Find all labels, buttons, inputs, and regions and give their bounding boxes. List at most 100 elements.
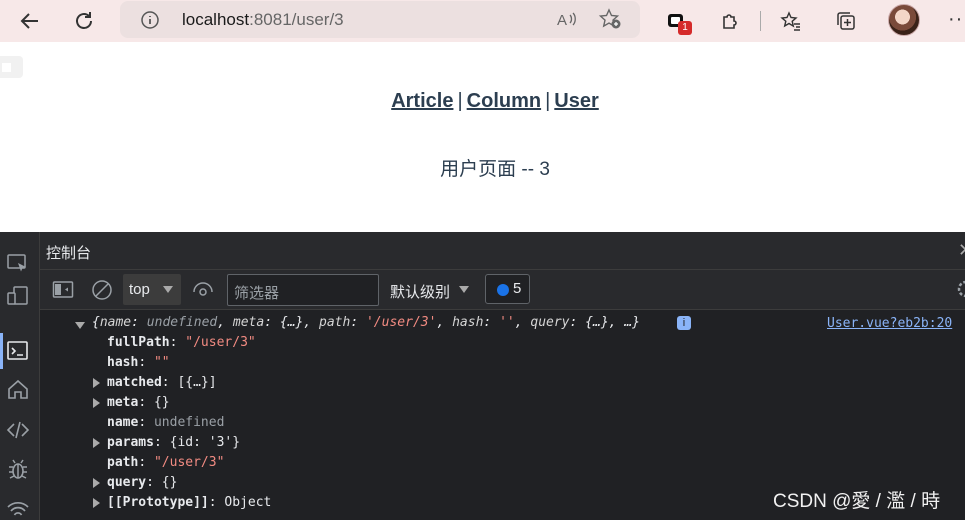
info-icon[interactable]: i	[677, 316, 691, 330]
property-key: [[Prototype]]	[107, 495, 209, 510]
property-key: meta	[107, 395, 139, 410]
sources-icon[interactable]	[6, 418, 30, 442]
property-key: fullPath	[107, 335, 170, 350]
devtools-panel: 控制台 ✕ top 筛选器 默认级别 5 {name: undefined, m…	[0, 232, 965, 520]
property-key: params	[107, 435, 154, 450]
summary-value: ''	[499, 315, 515, 330]
summary-value: undefined	[146, 315, 218, 330]
toolbar-divider	[760, 11, 761, 31]
clear-console-icon[interactable]	[91, 279, 113, 306]
source-link[interactable]: User.vue?eb2b:20	[827, 316, 952, 331]
page-content: Article | Column | User 用户页面 -- 3	[0, 42, 965, 232]
active-tab-indicator	[0, 333, 3, 369]
log-object-summary[interactable]: {name: undefined, meta: {…}, path: '/use…	[92, 313, 640, 333]
property-row: name: undefined	[107, 415, 225, 430]
svg-text:A: A	[557, 12, 567, 29]
devtools-header: 控制台 ✕	[40, 232, 965, 270]
inspect-icon[interactable]	[6, 252, 30, 276]
summary-key: hash	[452, 315, 484, 330]
close-icon[interactable]: ✕	[958, 240, 965, 261]
router-nav: Article | Column | User	[0, 90, 965, 113]
extension-badge: 1	[678, 21, 692, 35]
vue-devtools-toggle[interactable]	[0, 56, 23, 78]
property-value: ""	[153, 355, 170, 370]
more-menu-icon[interactable]: ··	[948, 8, 963, 31]
property-row[interactable]: [[Prototype]]: Object	[107, 493, 271, 513]
property-row[interactable]: matched: [{…}]	[107, 373, 217, 393]
property-key: hash	[107, 355, 139, 370]
property-value: "/user/3"	[153, 455, 225, 470]
context-value: top	[129, 281, 150, 298]
property-value: [{…}]	[177, 375, 217, 390]
devtools-sidebar	[0, 232, 40, 520]
property-row[interactable]: meta: {}	[107, 393, 170, 413]
sidebar-toggle-icon[interactable]	[52, 279, 74, 306]
expand-triangle-icon[interactable]	[93, 438, 100, 448]
console-icon[interactable]	[6, 339, 30, 363]
home-icon[interactable]	[6, 378, 30, 402]
add-favorite-icon[interactable]	[598, 7, 622, 36]
property-row: path: "/user/3"	[107, 455, 225, 470]
nav-separator: |	[457, 90, 463, 112]
bug-icon[interactable]	[6, 458, 30, 482]
expand-triangle-icon[interactable]	[93, 478, 100, 488]
expand-triangle-icon[interactable]	[93, 398, 100, 408]
collapse-triangle-icon[interactable]	[75, 322, 85, 329]
property-key: path	[107, 455, 139, 470]
expand-triangle-icon[interactable]	[93, 498, 100, 508]
live-expression-eye-icon[interactable]	[192, 279, 214, 306]
summary-key: meta	[232, 315, 265, 330]
page-title: 用户页面 -- 3	[440, 159, 550, 180]
log-level-select[interactable]: 默认级别	[390, 281, 450, 302]
property-value: {id: '3'}	[169, 435, 241, 450]
property-row: hash: ""	[107, 355, 170, 370]
nav-separator: |	[545, 90, 551, 112]
summary-value: '/user/3'	[365, 315, 437, 330]
property-row: fullPath: "/user/3"	[107, 335, 256, 350]
extensions-puzzle-icon[interactable]	[714, 5, 746, 37]
url-text[interactable]: localhost:8081/user/3	[182, 10, 344, 30]
device-toolbar-icon[interactable]	[6, 284, 30, 308]
filter-input[interactable]: 筛选器	[227, 274, 379, 306]
address-bar[interactable]: localhost:8081/user/3 A	[120, 1, 640, 38]
console-tab-label[interactable]: 控制台	[46, 242, 91, 263]
context-select[interactable]: top	[123, 274, 181, 305]
profile-avatar[interactable]	[888, 4, 920, 36]
issues-icon	[497, 284, 509, 296]
collections-icon[interactable]	[830, 5, 862, 37]
chevron-down-icon	[459, 286, 469, 293]
brace: {	[92, 315, 100, 330]
back-icon[interactable]	[14, 5, 46, 37]
chevron-down-icon	[163, 286, 173, 293]
summary-key: query	[530, 315, 570, 330]
site-info-icon[interactable]	[140, 10, 160, 35]
refresh-icon[interactable]	[68, 5, 100, 37]
nav-link-user[interactable]: User	[554, 90, 598, 112]
issues-count: 5	[513, 280, 522, 297]
read-aloud-icon[interactable]: A	[556, 8, 578, 35]
property-value: {}	[161, 475, 178, 490]
property-row[interactable]: params: {id: '3'}	[107, 433, 240, 453]
expand-triangle-icon[interactable]	[93, 378, 100, 388]
browser-toolbar: localhost:8081/user/3 A 1 ··	[0, 0, 965, 42]
property-value: Object	[224, 495, 272, 510]
property-key: name	[107, 415, 139, 430]
nav-link-column[interactable]: Column	[467, 90, 541, 112]
property-key: query	[107, 475, 147, 490]
summary-value: {…}	[279, 315, 304, 330]
property-key: matched	[107, 375, 162, 390]
property-row[interactable]: query: {}	[107, 473, 177, 493]
watermark: CSDN @愛 / 濫 / 時	[773, 491, 941, 512]
summary-value: {…}	[585, 315, 609, 330]
property-value: undefined	[153, 415, 225, 430]
nav-link-article[interactable]: Article	[391, 90, 453, 112]
issues-button[interactable]: 5	[485, 274, 530, 304]
property-value: {}	[153, 395, 170, 410]
brace: …}	[624, 315, 640, 330]
favorites-icon[interactable]	[775, 5, 807, 37]
property-value: "/user/3"	[185, 335, 256, 350]
summary-key: name	[99, 315, 132, 330]
summary-key: path	[319, 315, 351, 330]
network-wifi-icon[interactable]	[6, 498, 30, 522]
console-settings-gear-icon[interactable]	[956, 279, 965, 304]
